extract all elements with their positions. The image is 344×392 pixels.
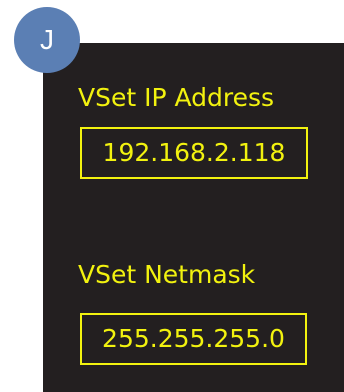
ip-address-field[interactable]: 192.168.2.118 bbox=[80, 127, 308, 179]
netmask-label: VSet Netmask bbox=[78, 260, 256, 289]
device-display-panel: J VSet IP Address 192.168.2.118 VSet Net… bbox=[0, 0, 344, 392]
step-badge: J bbox=[14, 7, 80, 73]
netmask-field[interactable]: 255.255.255.0 bbox=[80, 313, 307, 365]
ip-address-label: VSet IP Address bbox=[78, 83, 275, 112]
